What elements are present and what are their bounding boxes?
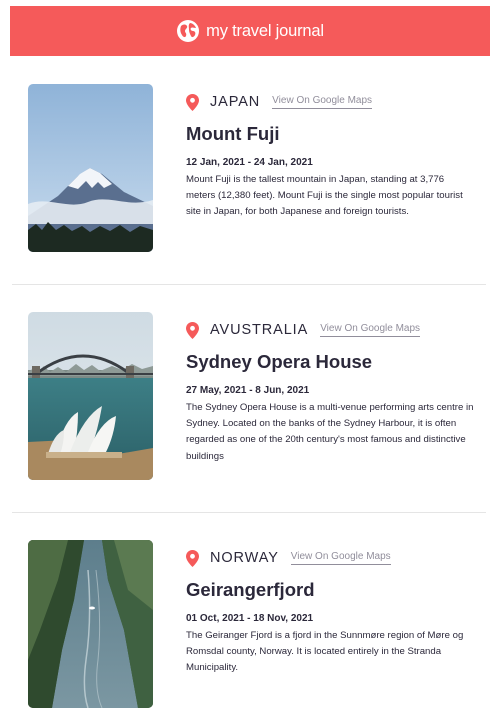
place-description: The Sydney Opera House is a multi-venue … <box>186 402 474 462</box>
place-title: Sydney Opera House <box>186 351 373 372</box>
location-pin-icon <box>186 93 199 111</box>
divider <box>12 512 486 513</box>
location-row: AVUSTRALIA View On Google Maps <box>186 319 486 341</box>
mount-fuji-photo <box>28 84 153 252</box>
entry-info: JAPAN View On Google Maps Mount Fuji 12 … <box>186 84 486 221</box>
place-description: The Geiranger Fjord is a fjord in the Su… <box>186 630 464 674</box>
google-maps-link[interactable]: View On Google Maps <box>320 323 421 337</box>
location-pin-icon <box>186 549 199 567</box>
place-title: Mount Fuji <box>186 123 280 144</box>
trip-dates: 01 Oct, 2021 - 18 Nov, 2021 <box>186 613 314 624</box>
trip-dates: 27 May, 2021 - 8 Jun, 2021 <box>186 385 310 396</box>
place-description: Mount Fuji is the tallest mountain in Ja… <box>186 174 463 218</box>
globe-icon <box>177 20 200 42</box>
geirangerfjord-photo <box>28 540 153 708</box>
sydney-opera-house-photo <box>28 312 153 480</box>
country-label: AVUSTRALIA <box>210 322 309 338</box>
entry-info: AVUSTRALIA View On Google Maps Sydney Op… <box>186 312 486 465</box>
location-row: JAPAN View On Google Maps <box>186 91 486 113</box>
app-header: my travel journal <box>10 6 490 56</box>
country-label: JAPAN <box>210 94 261 110</box>
place-title: Geirangerfjord <box>186 579 315 600</box>
trip-dates: 12 Jan, 2021 - 24 Jan, 2021 <box>186 157 313 168</box>
google-maps-link[interactable]: View On Google Maps <box>272 95 373 109</box>
entry-info: NORWAY View On Google Maps Geirangerfjor… <box>186 540 486 677</box>
journal-entry: JAPAN View On Google Maps Mount Fuji 12 … <box>28 84 488 252</box>
divider <box>12 284 486 285</box>
location-row: NORWAY View On Google Maps <box>186 547 486 569</box>
journal-entry: AVUSTRALIA View On Google Maps Sydney Op… <box>28 312 488 480</box>
journal-entry: NORWAY View On Google Maps Geirangerfjor… <box>28 540 488 708</box>
app-title: my travel journal <box>206 21 324 40</box>
country-label: NORWAY <box>210 550 279 566</box>
location-pin-icon <box>186 321 199 339</box>
google-maps-link[interactable]: View On Google Maps <box>290 551 391 565</box>
